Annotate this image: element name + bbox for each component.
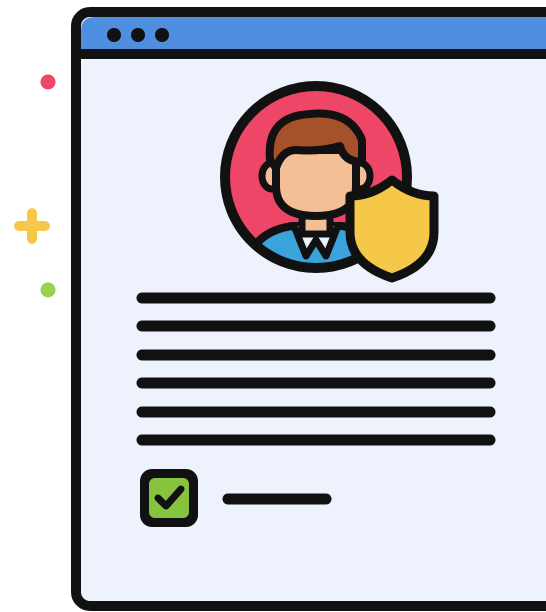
- dot-sparkle-icon: [40, 74, 56, 90]
- plus-sparkle-icon: [14, 208, 50, 244]
- dot-icon: [155, 28, 169, 42]
- secure-profile-illustration: [0, 0, 546, 612]
- title-bar: [81, 17, 546, 52]
- dot-icon: [107, 28, 121, 42]
- checkbox[interactable]: [140, 469, 198, 527]
- dot-icon: [131, 28, 145, 42]
- illustration-canvas: [14, 7, 546, 611]
- dot-sparkle-icon: [40, 282, 56, 298]
- shield-icon: [345, 175, 439, 283]
